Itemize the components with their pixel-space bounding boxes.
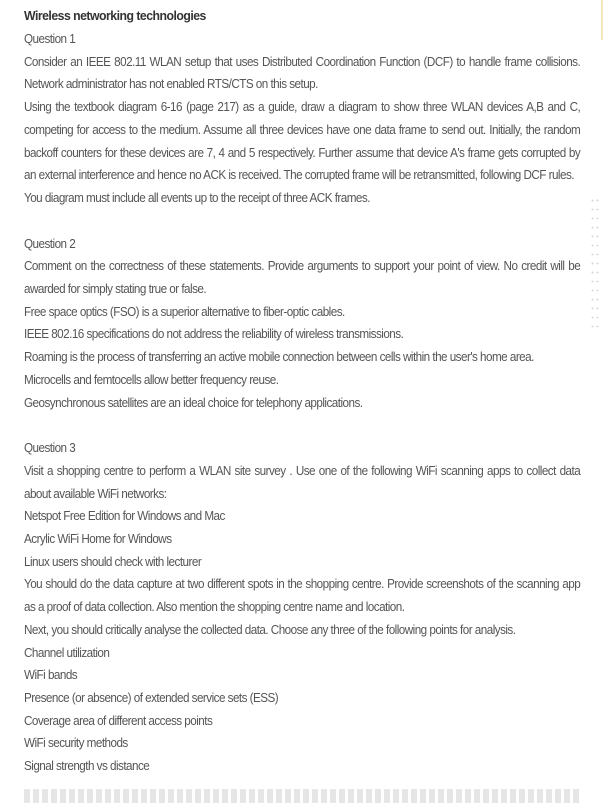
question-2-heading: Question 2 (24, 235, 76, 251)
scroll-dots-decoration (590, 196, 600, 330)
question-3-heading: Question 3 (24, 440, 76, 456)
app-item: Netspot Free Edition for Windows and Mac (24, 508, 225, 524)
analysis-point-item: Coverage area of different access points (24, 712, 213, 728)
statement-item: Free space optics (FSO) is a superior al… (24, 303, 345, 319)
statement-item: Geosynchronous satellites are an ideal c… (24, 394, 363, 410)
analysis-point-item: WiFi bands (24, 667, 78, 683)
question-3: Question 3 Visit a shopping centre to pe… (24, 437, 581, 778)
statement-item: Microcells and femtocells allow better f… (24, 371, 279, 387)
app-item: Linux users should check with lecturer (24, 553, 202, 569)
question-3-instruction: Next, you should critically analyse the … (24, 621, 516, 637)
document-page: Wireless networking technologies Questio… (24, 5, 581, 778)
analysis-point-item: Channel utilization (24, 644, 110, 660)
statement-item: IEEE 802.16 specifications do not addres… (24, 326, 404, 342)
question-2-intro: Comment on the correctness of these stat… (24, 258, 581, 297)
question-1-heading: Question 1 (24, 31, 76, 46)
analysis-point-item: Presence (or absence) of extended servic… (24, 689, 279, 705)
app-item: Acrylic WiFi Home for Windows (24, 531, 172, 547)
question-1-paragraph: Consider an IEEE 802.11 WLAN setup that … (24, 53, 581, 92)
question-1: Question 1 Consider an IEEE 802.11 WLAN … (24, 28, 581, 210)
analysis-point-item: Signal strength vs distance (24, 758, 150, 774)
statement-item: Roaming is the process of transferring a… (24, 349, 534, 365)
cut-off-text-line (24, 789, 580, 803)
question-3-intro: Visit a shopping centre to perform a WLA… (24, 462, 581, 501)
analysis-point-item: WiFi security methods (24, 735, 128, 751)
question-1-paragraph: You diagram must include all events up t… (24, 189, 370, 205)
question-1-paragraph: Using the textbook diagram 6-16 (page 21… (24, 99, 581, 183)
question-3-instruction: You should do the data capture at two di… (24, 576, 581, 615)
document-title: Wireless networking technologies (24, 8, 206, 23)
question-2: Question 2 Comment on the correctness of… (24, 233, 581, 415)
